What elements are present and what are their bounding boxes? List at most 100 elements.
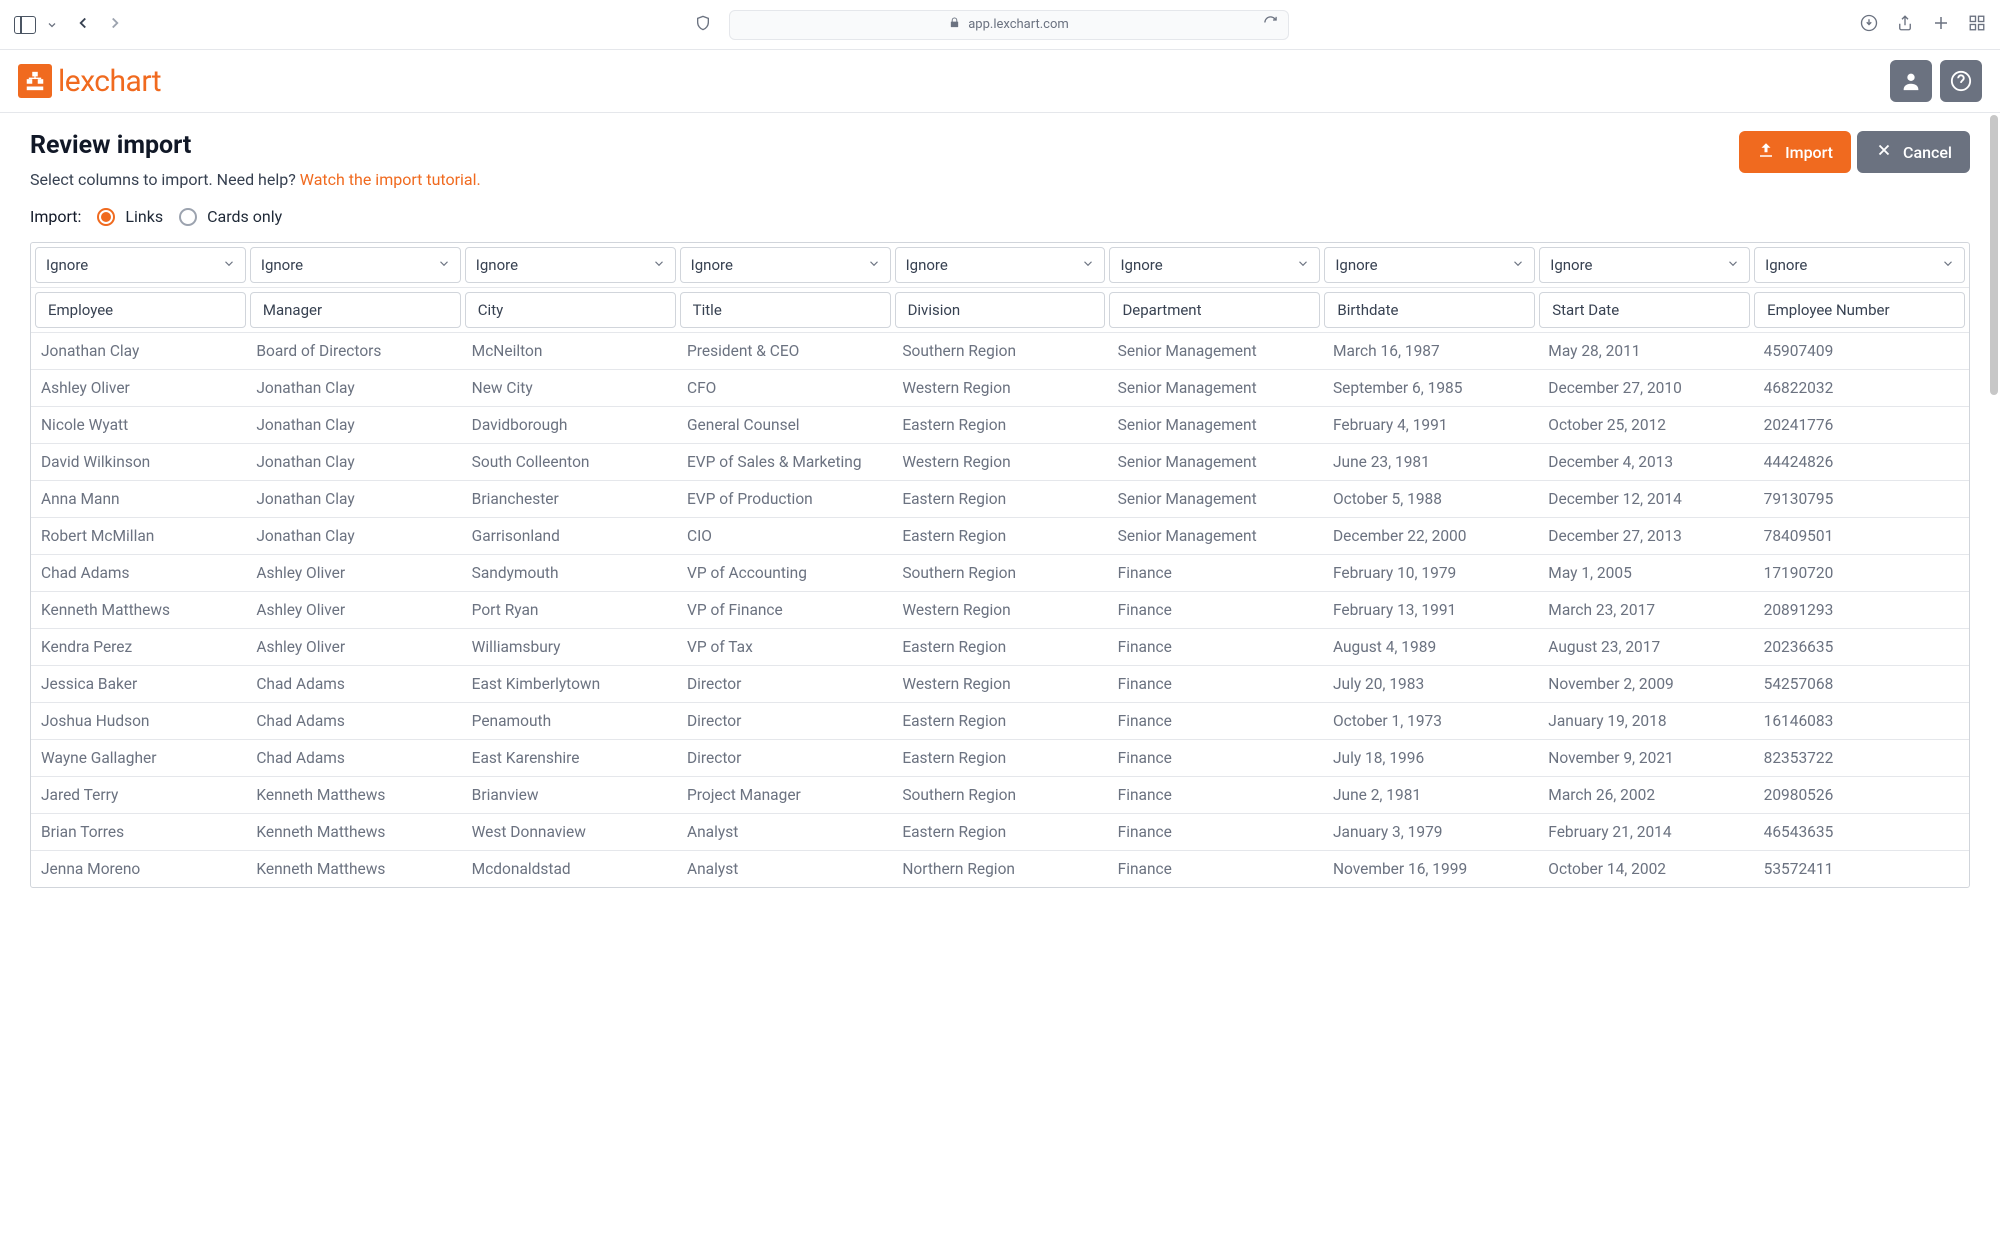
table-cell: EVP of Sales & Marketing <box>677 444 892 480</box>
table-cell: Director <box>677 740 892 776</box>
shield-icon[interactable] <box>695 14 711 36</box>
table-cell: March 23, 2017 <box>1538 592 1753 628</box>
table-cell: Jonathan Clay <box>31 333 246 369</box>
table-row: Jessica BakerChad AdamsEast Kimberlytown… <box>31 666 1969 703</box>
table-cell: 20891293 <box>1754 592 1969 628</box>
column-header-input[interactable] <box>1109 292 1320 328</box>
column-header-input[interactable] <box>35 292 246 328</box>
grid-icon[interactable] <box>1968 14 1986 36</box>
help-text: Select columns to import. Need help? Wat… <box>30 170 481 189</box>
table-cell: Eastern Region <box>892 703 1107 739</box>
upload-icon <box>1757 141 1775 163</box>
scrollbar-thumb[interactable] <box>1990 115 1998 395</box>
table-cell: Western Region <box>892 666 1107 702</box>
url-bar[interactable]: app.lexchart.com <box>729 10 1289 40</box>
table-cell: Ashley Oliver <box>246 592 461 628</box>
column-mapping-select[interactable]: Ignore <box>35 247 246 283</box>
radio-links[interactable]: Links <box>97 207 163 226</box>
column-mapping-select[interactable]: Ignore <box>250 247 461 283</box>
sidebar-toggle-icon[interactable] <box>14 16 36 34</box>
table-cell: Mcdonaldstad <box>462 851 677 887</box>
table-cell: East Karenshire <box>462 740 677 776</box>
share-icon[interactable] <box>1896 14 1914 36</box>
table-cell: Senior Management <box>1108 444 1323 480</box>
column-header-input[interactable] <box>680 292 891 328</box>
table-cell: Joshua Hudson <box>31 703 246 739</box>
column-mapping-select[interactable]: Ignore <box>895 247 1106 283</box>
table-cell: Chad Adams <box>246 740 461 776</box>
chevron-down-icon[interactable] <box>42 15 62 35</box>
import-button[interactable]: Import <box>1739 131 1851 173</box>
column-header-input[interactable] <box>465 292 676 328</box>
column-mapping-select[interactable]: Ignore <box>1109 247 1320 283</box>
table-cell: Ashley Oliver <box>246 629 461 665</box>
column-mapping-select[interactable]: Ignore <box>680 247 891 283</box>
table-cell: 16146083 <box>1754 703 1969 739</box>
table-cell: Western Region <box>892 370 1107 406</box>
table-row: Kendra PerezAshley OliverWilliamsburyVP … <box>31 629 1969 666</box>
table-cell: Director <box>677 703 892 739</box>
table-cell: Nicole Wyatt <box>31 407 246 443</box>
radio-links-label: Links <box>125 207 163 226</box>
table-cell: Southern Region <box>892 333 1107 369</box>
table-cell: 54257068 <box>1754 666 1969 702</box>
table-cell: West Donnaview <box>462 814 677 850</box>
import-button-label: Import <box>1785 143 1833 162</box>
table-cell: February 13, 1991 <box>1323 592 1538 628</box>
table-body: Jonathan ClayBoard of DirectorsMcNeilton… <box>31 332 1969 887</box>
table-cell: Brian Torres <box>31 814 246 850</box>
column-header-input[interactable] <box>1539 292 1750 328</box>
table-cell: Jonathan Clay <box>246 407 461 443</box>
table-cell: Chad Adams <box>246 703 461 739</box>
table-row: Anna MannJonathan ClayBrianchesterEVP of… <box>31 481 1969 518</box>
column-header-input[interactable] <box>895 292 1106 328</box>
download-icon[interactable] <box>1860 14 1878 36</box>
forward-button[interactable] <box>106 13 124 37</box>
table-cell: General Counsel <box>677 407 892 443</box>
tutorial-link[interactable]: Watch the import tutorial. <box>300 170 481 189</box>
help-button[interactable] <box>1940 60 1982 102</box>
reload-icon[interactable] <box>1263 15 1278 34</box>
table-cell: Jonathan Clay <box>246 444 461 480</box>
column-header-input[interactable] <box>250 292 461 328</box>
table-cell: Senior Management <box>1108 370 1323 406</box>
scrollbar[interactable] <box>1990 115 1998 1246</box>
table-cell: Finance <box>1108 703 1323 739</box>
table-cell: Anna Mann <box>31 481 246 517</box>
table-cell: McNeilton <box>462 333 677 369</box>
table-cell: Jonathan Clay <box>246 481 461 517</box>
logo[interactable]: lexchart <box>18 64 161 99</box>
table-cell: July 18, 1996 <box>1323 740 1538 776</box>
import-table: IgnoreIgnoreIgnoreIgnoreIgnoreIgnoreIgno… <box>30 242 1970 888</box>
table-row: Jenna MorenoKenneth MatthewsMcdonaldstad… <box>31 851 1969 887</box>
table-cell: December 22, 2000 <box>1323 518 1538 554</box>
cancel-button-label: Cancel <box>1903 143 1952 162</box>
column-mapping-select[interactable]: Ignore <box>465 247 676 283</box>
table-cell: VP of Finance <box>677 592 892 628</box>
table-cell: President & CEO <box>677 333 892 369</box>
radio-cards-only[interactable]: Cards only <box>179 207 282 226</box>
column-mapping-select[interactable]: Ignore <box>1324 247 1535 283</box>
column-mapping-select[interactable]: Ignore <box>1754 247 1965 283</box>
table-cell: 82353722 <box>1754 740 1969 776</box>
plus-icon[interactable] <box>1932 14 1950 36</box>
table-cell: Ashley Oliver <box>246 555 461 591</box>
table-cell: Davidborough <box>462 407 677 443</box>
table-cell: February 4, 1991 <box>1323 407 1538 443</box>
table-cell: South Colleenton <box>462 444 677 480</box>
table-cell: Williamsbury <box>462 629 677 665</box>
table-cell: Kendra Perez <box>31 629 246 665</box>
table-cell: August 4, 1989 <box>1323 629 1538 665</box>
table-cell: January 3, 1979 <box>1323 814 1538 850</box>
cancel-button[interactable]: Cancel <box>1857 131 1970 173</box>
back-button[interactable] <box>74 13 92 37</box>
column-mapping-select[interactable]: Ignore <box>1539 247 1750 283</box>
table-cell: Sandymouth <box>462 555 677 591</box>
table-cell: Finance <box>1108 814 1323 850</box>
table-cell: March 16, 1987 <box>1323 333 1538 369</box>
column-header-input[interactable] <box>1324 292 1535 328</box>
table-cell: Brianview <box>462 777 677 813</box>
app-header: lexchart <box>0 50 2000 113</box>
column-header-input[interactable] <box>1754 292 1965 328</box>
account-button[interactable] <box>1890 60 1932 102</box>
